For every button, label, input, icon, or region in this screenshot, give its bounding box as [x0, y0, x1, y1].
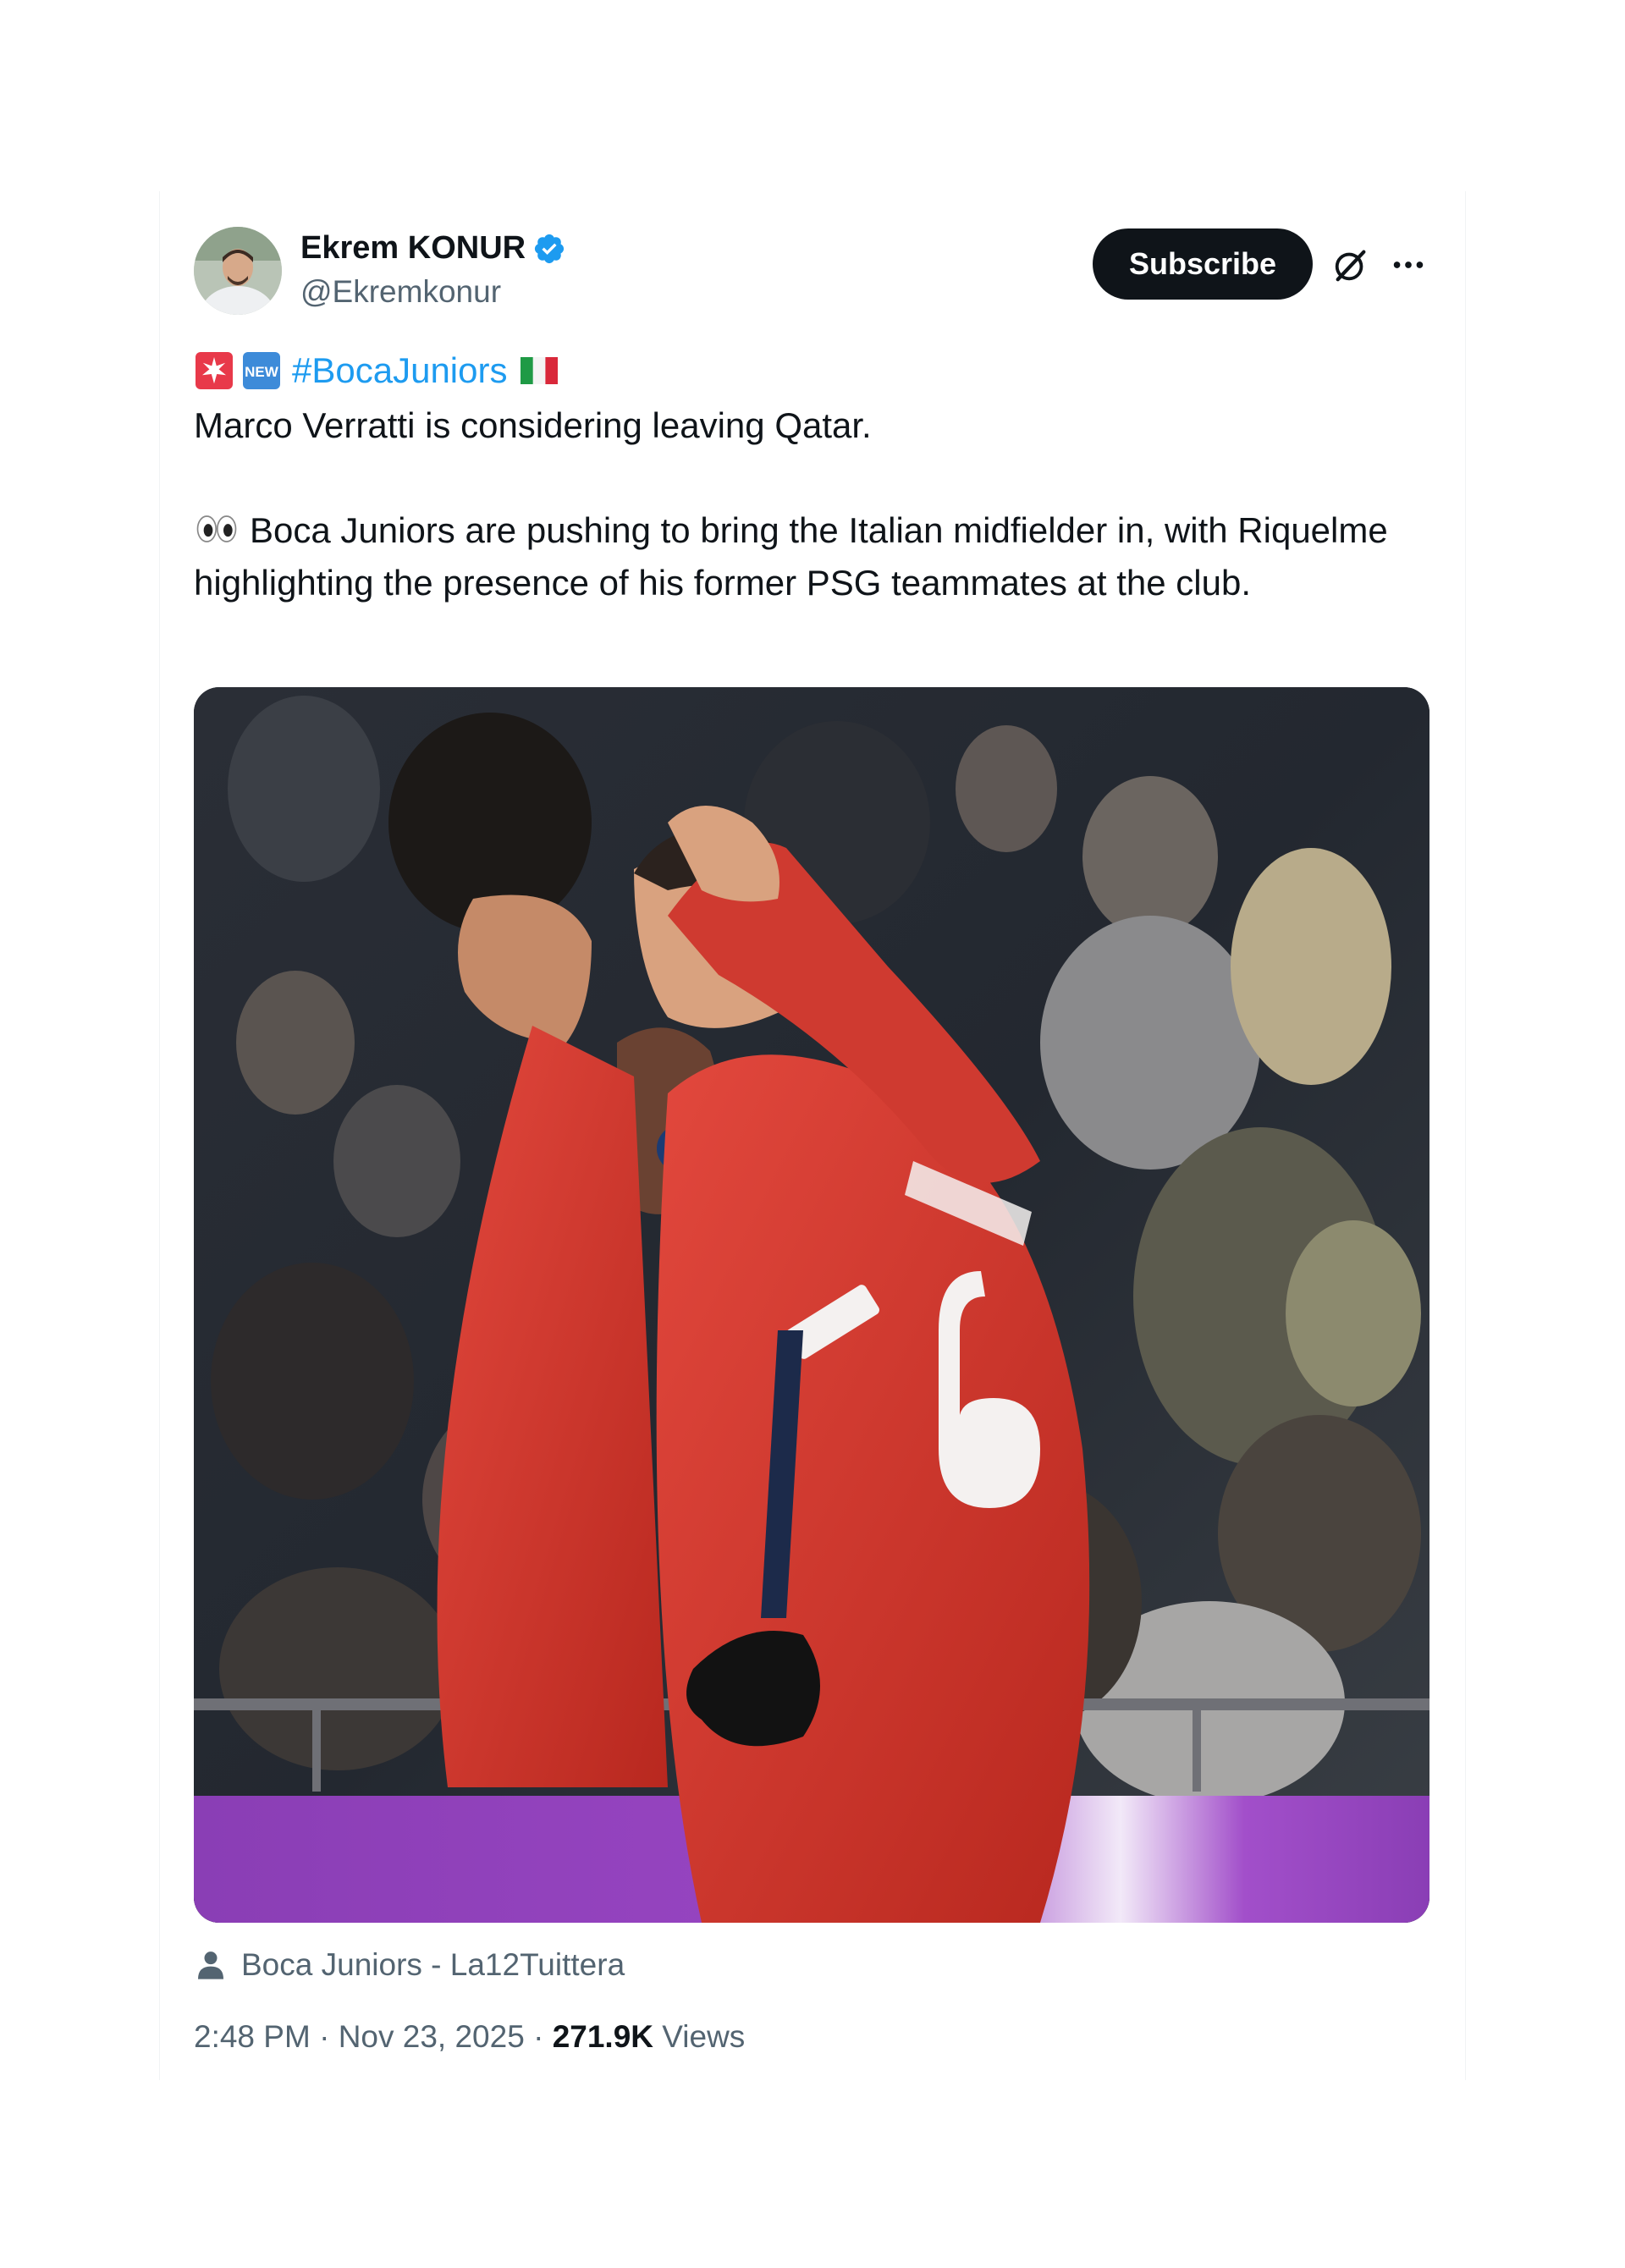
tweet-hashtag-line: NEW #BocaJuniors [194, 347, 566, 394]
author-name[interactable]: Ekrem KONUR [300, 230, 566, 267]
views-count[interactable]: 271.9K [553, 2019, 653, 2054]
svg-text:NEW: NEW [245, 364, 279, 380]
tweet-photo[interactable] [194, 687, 1429, 1923]
tweet-date[interactable]: Nov 23, 2025 [339, 2019, 525, 2054]
verified-badge-icon [534, 234, 565, 263]
subscribe-button[interactable]: Subscribe [1093, 228, 1313, 300]
more-icon[interactable] [1389, 245, 1428, 284]
media-credit[interactable]: Boca Juniors - La12Tuittera [194, 1941, 625, 1989]
author-name-text: Ekrem KONUR [300, 230, 526, 266]
siren-emoji-icon [196, 352, 233, 389]
tweet-meta: 2:48 PM · Nov 23, 2025 · 271.9K Views [194, 2019, 745, 2055]
person-icon [198, 1951, 223, 1979]
meta-separator: · [319, 2019, 330, 2054]
tweet-text-paragraph-body: Boca Juniors are pushing to bring the It… [194, 510, 1388, 603]
views-label: Views [662, 2019, 746, 2054]
media-credit-text: Boca Juniors - La12Tuittera [241, 1947, 625, 1982]
italy-flag-emoji-icon [521, 357, 559, 384]
tweet-text-paragraph: Boca Juniors are pushing to bring the It… [194, 504, 1438, 609]
avatar[interactable] [194, 227, 282, 315]
new-emoji-icon: NEW [243, 352, 280, 389]
tweet-text-line1: Marco Verratti is considering leaving Qa… [194, 405, 872, 445]
tweet-card: Ekrem KONUR @Ekremkonur Subscribe NEW #B… [159, 191, 1466, 2080]
hashtag-link[interactable]: #BocaJuniors [292, 350, 507, 391]
meta-separator-2: · [533, 2019, 544, 2054]
author-handle[interactable]: @Ekremkonur [300, 274, 501, 310]
tweet-time[interactable]: 2:48 PM [194, 2019, 311, 2054]
eyes-emoji-icon [196, 515, 237, 542]
grok-icon[interactable] [1331, 245, 1370, 284]
